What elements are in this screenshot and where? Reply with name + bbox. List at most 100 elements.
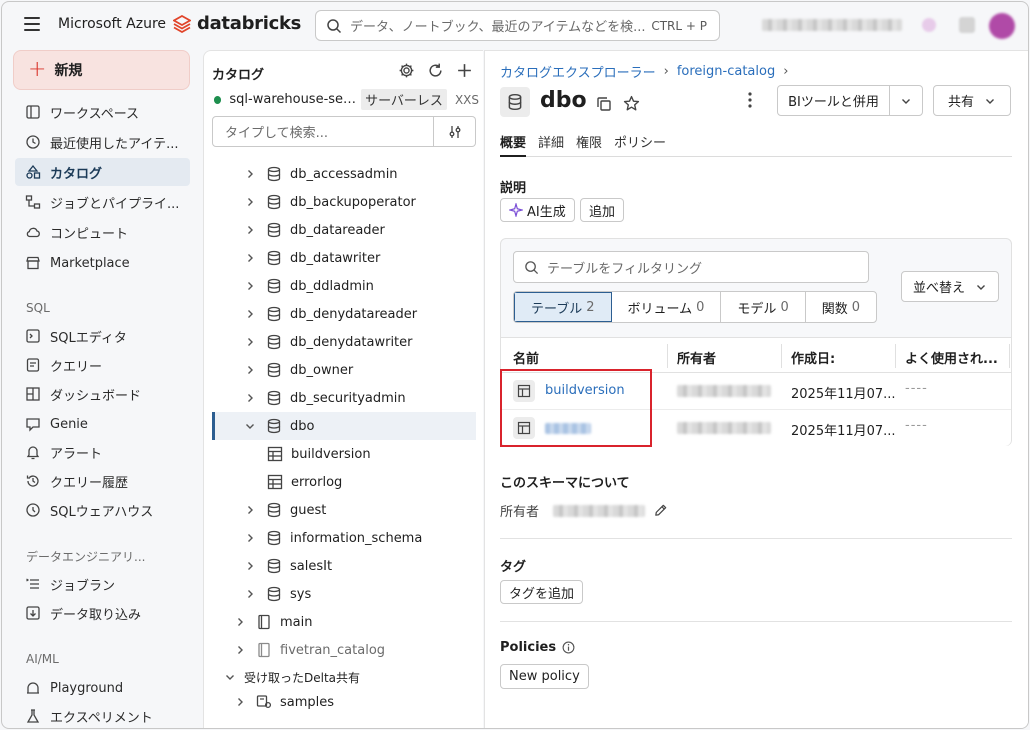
sidebar-item-data-ingestion[interactable]: データ取り込み xyxy=(15,599,190,627)
tree-item-schema[interactable]: db_datareader xyxy=(212,216,476,244)
copy-icon[interactable] xyxy=(596,96,612,112)
tree-item-schema[interactable]: db_datawriter xyxy=(212,244,476,272)
sidebar-item-dashboards[interactable]: ダッシュボード xyxy=(15,380,190,408)
tree-item-schema[interactable]: db_denydatareader xyxy=(212,300,476,328)
breadcrumb-foreign-catalog[interactable]: foreign-catalog xyxy=(677,64,775,79)
segment-volumes[interactable]: ボリューム 0 xyxy=(612,292,722,322)
tab-details[interactable]: 詳細 xyxy=(538,130,564,157)
plus-icon[interactable] xyxy=(456,62,473,79)
add-tag-button[interactable]: タグを追加 xyxy=(500,580,584,604)
table-filter-input[interactable]: テーブルをフィルタリング xyxy=(513,251,869,283)
tree-item-schema[interactable]: guest xyxy=(212,496,476,524)
segment-functions[interactable]: 関数 0 xyxy=(806,292,876,322)
tab-policies[interactable]: ポリシー xyxy=(614,130,666,157)
column-divider[interactable] xyxy=(781,344,782,368)
tree-item-schema[interactable]: db_backupoperator xyxy=(212,188,476,216)
sidebar-item-compute[interactable]: コンピュート xyxy=(15,218,190,246)
kebab-menu-icon[interactable] xyxy=(747,91,753,109)
tree-item-schema[interactable]: db_securityadmin xyxy=(212,384,476,412)
column-divider[interactable] xyxy=(1009,344,1010,368)
sidebar-item-sql-editor[interactable]: SQLエディタ xyxy=(15,322,190,350)
tree-item-catalog[interactable]: main xyxy=(212,608,476,636)
chevron-right-icon[interactable] xyxy=(244,560,256,572)
add-description-button[interactable]: 追加 xyxy=(580,198,625,222)
sidebar-item-queries[interactable]: クエリー xyxy=(15,351,190,379)
sidebar-item-experiments[interactable]: エクスペリメント xyxy=(15,702,190,728)
sidebar-item-playground[interactable]: Playground xyxy=(15,674,190,702)
sidebar-item-sql-warehouses[interactable]: SQLウェアハウス xyxy=(15,496,190,524)
chevron-right-icon[interactable] xyxy=(244,336,256,348)
sort-button[interactable]: 並べ替え xyxy=(901,271,999,302)
catalog-search-input[interactable]: タイプして検索... xyxy=(212,116,434,147)
tree-item-share[interactable]: samples xyxy=(212,688,476,716)
column-header-created[interactable]: 作成日: xyxy=(791,348,835,367)
refresh-icon[interactable] xyxy=(427,62,444,79)
breadcrumb-catalog-explorer[interactable]: カタログエクスプローラー xyxy=(500,62,656,81)
bi-tools-dropdown[interactable] xyxy=(890,86,922,115)
chevron-right-icon[interactable] xyxy=(244,252,256,264)
segment-models[interactable]: モデル 0 xyxy=(721,292,806,322)
sidebar-item-genie[interactable]: Genie xyxy=(15,410,190,438)
gear-icon[interactable] xyxy=(398,62,415,79)
catalog-filter-button[interactable] xyxy=(434,116,476,147)
star-icon[interactable] xyxy=(623,95,640,112)
chevron-right-icon[interactable] xyxy=(234,616,246,628)
chevron-right-icon[interactable] xyxy=(244,588,256,600)
column-header-owner[interactable]: 所有者 xyxy=(677,348,716,367)
bi-tools-button[interactable]: BIツールと併用 xyxy=(777,85,923,116)
chevron-right-icon[interactable] xyxy=(244,392,256,404)
chevron-right-icon[interactable] xyxy=(244,168,256,180)
tree-item-schema[interactable]: db_accessadmin xyxy=(212,160,476,188)
new-policy-button[interactable]: New policy xyxy=(500,664,589,689)
apps-grid-icon[interactable] xyxy=(959,17,975,33)
column-divider[interactable] xyxy=(895,344,896,368)
sidebar-item-workspace[interactable]: ワークスペース xyxy=(15,98,190,126)
chevron-right-icon[interactable] xyxy=(244,532,256,544)
workspace-name-redacted[interactable] xyxy=(762,19,902,31)
tab-overview[interactable]: 概要 xyxy=(500,130,527,157)
chevron-right-icon[interactable] xyxy=(244,308,256,320)
sidebar-item-alerts[interactable]: アラート xyxy=(15,438,190,466)
chevron-down-icon[interactable] xyxy=(244,420,256,432)
tree-item-schema[interactable]: dbo xyxy=(212,412,476,440)
tree-item-schema[interactable]: salesIt xyxy=(212,552,476,580)
tree-item-schema[interactable]: db_denydatawriter xyxy=(212,328,476,356)
segment-tables[interactable]: テーブル 2 xyxy=(514,292,612,322)
sidebar-item-catalog[interactable]: カタログ xyxy=(15,158,190,186)
pencil-edit-icon[interactable] xyxy=(653,503,668,518)
tree-item-table[interactable]: errorlog xyxy=(212,468,476,496)
tree-item-schema[interactable]: db_owner xyxy=(212,356,476,384)
tree-item-schema[interactable]: sys xyxy=(212,580,476,608)
menu-icon[interactable] xyxy=(24,17,40,31)
global-search-input[interactable]: データ、ノートブック、最近のアイテムなどを検... CTRL + P xyxy=(315,10,720,41)
column-divider[interactable] xyxy=(667,344,668,368)
chevron-right-icon[interactable] xyxy=(244,196,256,208)
chevron-right-icon[interactable] xyxy=(244,504,256,516)
tree-item-table[interactable]: buildversion xyxy=(212,440,476,468)
sidebar-item-query-history[interactable]: クエリー履歴 xyxy=(15,467,190,495)
chevron-down-icon[interactable] xyxy=(224,671,236,683)
sidebar-item-jobs-pipelines[interactable]: ジョブとパイプライ... xyxy=(15,188,190,216)
bi-tools-button-label[interactable]: BIツールと併用 xyxy=(778,86,890,115)
chevron-right-icon[interactable] xyxy=(234,644,246,656)
column-header-name[interactable]: 名前 xyxy=(513,348,539,367)
tab-permissions[interactable]: 権限 xyxy=(576,130,602,157)
ai-generate-button[interactable]: AI生成 xyxy=(500,198,575,222)
tree-item-schema[interactable]: information_schema xyxy=(212,524,476,552)
tree-item-schema[interactable]: db_ddladmin xyxy=(212,272,476,300)
tree-item-catalog[interactable]: fivetran_catalog xyxy=(212,636,476,664)
chevron-right-icon[interactable] xyxy=(244,280,256,292)
chevron-right-icon[interactable] xyxy=(234,696,246,708)
chevron-right-icon[interactable] xyxy=(244,224,256,236)
chevron-right-icon[interactable] xyxy=(244,364,256,376)
sidebar-item-marketplace[interactable]: Marketplace xyxy=(15,249,190,277)
sidebar-item-job-runs[interactable]: ジョブラン xyxy=(15,570,190,598)
sidebar-item-recents[interactable]: 最近使用したアイテ... xyxy=(15,128,190,156)
assistant-icon[interactable] xyxy=(922,18,936,32)
tree-item-group[interactable]: 受け取ったDelta共有 xyxy=(212,663,476,691)
user-avatar[interactable] xyxy=(989,13,1015,39)
new-button[interactable]: + 新規 xyxy=(13,50,190,90)
info-icon[interactable] xyxy=(562,641,575,654)
warehouse-selector[interactable]: sql-warehouse-serv... サーバーレス XXS xyxy=(214,89,479,110)
column-header-usage[interactable]: よく使用され... xyxy=(905,348,998,367)
